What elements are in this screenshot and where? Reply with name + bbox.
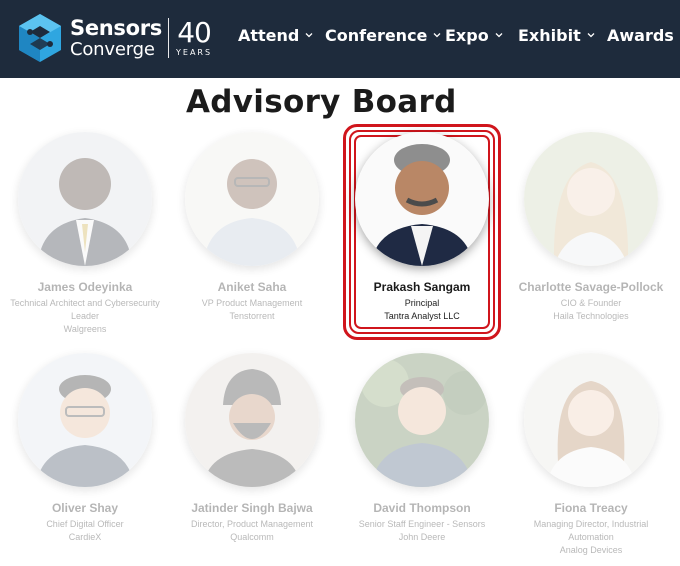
site-header: Sensors Converge 40 YEARS Attend Confere… bbox=[0, 0, 680, 78]
avatar bbox=[18, 132, 152, 266]
board-member-card[interactable]: Fiona Treacy Managing Director, Industri… bbox=[506, 353, 676, 557]
nav-item-expo[interactable]: Expo bbox=[445, 26, 503, 45]
member-title: VP Product Management bbox=[201, 298, 303, 308]
avatar bbox=[185, 132, 319, 266]
chevron-down-icon bbox=[305, 32, 313, 37]
avatar bbox=[524, 353, 658, 487]
nav-item-label: Attend bbox=[238, 26, 300, 45]
board-member-card[interactable]: Jatinder Singh Bajwa Director, Product M… bbox=[167, 353, 337, 544]
member-company: CardieX bbox=[68, 532, 102, 542]
board-member-card[interactable]: Oliver Shay Chief Digital Officer Cardie… bbox=[0, 353, 170, 544]
member-company: Tenstorrent bbox=[229, 311, 275, 321]
member-title: Automation bbox=[568, 532, 614, 542]
avatar bbox=[185, 353, 319, 487]
member-title: Managing Director, Industrial bbox=[533, 519, 649, 529]
chevron-down-icon bbox=[433, 32, 441, 37]
nav-item-attend[interactable]: Attend bbox=[238, 26, 313, 45]
nav-item-exhibit[interactable]: Exhibit bbox=[518, 26, 595, 45]
avatar bbox=[355, 132, 489, 266]
chevron-down-icon bbox=[587, 32, 595, 37]
member-name: Prakash Sangam bbox=[373, 280, 471, 294]
nav-item-label: Conference bbox=[325, 26, 428, 45]
member-company: John Deere bbox=[398, 532, 446, 542]
member-title: Principal bbox=[404, 298, 440, 308]
member-title: Chief Digital Officer bbox=[46, 519, 124, 529]
member-title: Director, Product Management bbox=[190, 519, 314, 529]
member-name: Aniket Saha bbox=[217, 280, 287, 294]
board-member-card[interactable]: Aniket Saha VP Product Management Tensto… bbox=[167, 132, 337, 323]
nav-item-label: Awards bbox=[607, 26, 674, 45]
member-name: Oliver Shay bbox=[51, 501, 119, 515]
page-title: Advisory Board bbox=[186, 84, 457, 120]
member-name: Charlotte Savage-Pollock bbox=[518, 280, 664, 294]
nav-item-label: Exhibit bbox=[518, 26, 581, 45]
nav-item-conference[interactable]: Conference bbox=[325, 26, 441, 45]
avatar bbox=[524, 132, 658, 266]
main-nav: Attend Conference Expo Exhibit Awards bbox=[0, 26, 680, 48]
member-title: Senior Staff Engineer - Sensors bbox=[358, 519, 486, 529]
chevron-down-icon bbox=[495, 32, 503, 37]
anniversary-label: YEARS bbox=[176, 48, 213, 57]
member-title: Leader bbox=[70, 311, 100, 321]
board-member-card-highlighted[interactable]: Prakash Sangam Principal Tantra Analyst … bbox=[337, 132, 507, 323]
board-member-card[interactable]: David Thompson Senior Staff Engineer - S… bbox=[337, 353, 507, 544]
avatar bbox=[355, 353, 489, 487]
member-name: James Odeyinka bbox=[37, 280, 133, 294]
board-member-card[interactable]: James Odeyinka Technical Architect and C… bbox=[0, 132, 170, 336]
member-company: Analog Devices bbox=[559, 545, 623, 555]
nav-item-label: Expo bbox=[445, 26, 489, 45]
member-name: Fiona Treacy bbox=[554, 501, 628, 515]
nav-item-awards[interactable]: Awards bbox=[607, 26, 674, 45]
member-company: Tantra Analyst LLC bbox=[384, 311, 460, 321]
member-name: Jatinder Singh Bajwa bbox=[191, 501, 313, 515]
board-member-card[interactable]: Charlotte Savage-Pollock CIO & Founder H… bbox=[506, 132, 676, 323]
member-title: Technical Architect and Cybersecurity bbox=[10, 298, 160, 308]
member-company: Walgreens bbox=[63, 324, 107, 334]
member-company: Haila Technologies bbox=[553, 311, 629, 321]
member-company: Qualcomm bbox=[230, 532, 274, 542]
member-title: CIO & Founder bbox=[560, 298, 622, 308]
member-name: David Thompson bbox=[373, 501, 471, 515]
avatar bbox=[18, 353, 152, 487]
